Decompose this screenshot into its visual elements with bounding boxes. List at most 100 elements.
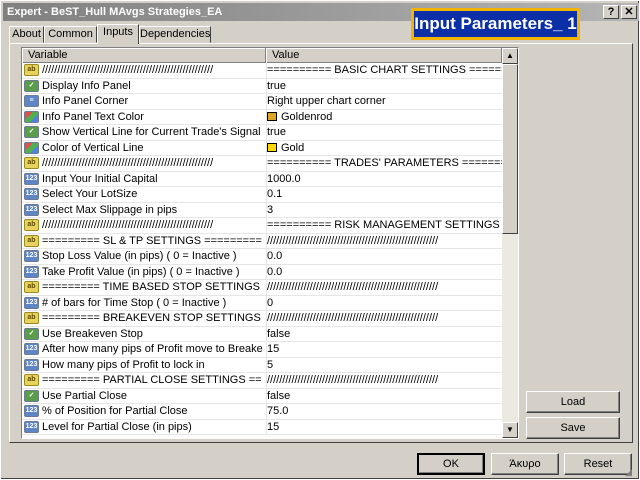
variable-cell: How many pips of Profit to lock in <box>42 358 205 371</box>
param-type-num-icon: 123 <box>24 172 39 185</box>
param-type-num-icon: 123 <box>24 250 39 262</box>
value-cell[interactable]: 5 <box>266 357 502 373</box>
value-cell[interactable]: ////////////////////////////////////////… <box>266 233 502 249</box>
resize-grip-icon[interactable]: ◢ <box>625 465 639 479</box>
value-cell[interactable]: false <box>266 388 502 404</box>
table-row[interactable]: ab//////////////////////////////////////… <box>22 63 502 79</box>
variable-cell: ////////////////////////////////////////… <box>42 64 214 76</box>
value-cell[interactable]: false <box>266 326 502 342</box>
value-cell[interactable]: ========== TRADES' PARAMETERS ==========… <box>266 156 502 171</box>
table-row[interactable]: ✓ Show Vertical Line for Current Trade's … <box>22 125 502 141</box>
value-text: Goldenrod <box>281 110 333 123</box>
expert-properties-dialog: Expert - BeST_Hull MAvgs Strategies_EA ?… <box>0 0 640 480</box>
table-row[interactable]: 123 Input Your Initial Capital 1000.0 <box>22 171 502 187</box>
value-cell[interactable]: 0 <box>266 295 502 311</box>
value-cell[interactable]: 0.0 <box>266 264 502 280</box>
variable-cell: Use Breakeven Stop <box>42 327 143 340</box>
value-cell[interactable]: ////////////////////////////////////////… <box>266 373 502 388</box>
table-row[interactable]: ✓ Use Breakeven Stop false <box>22 326 502 342</box>
grid-rows: ab//////////////////////////////////////… <box>22 63 502 435</box>
tab-inputs[interactable]: Inputs <box>97 24 139 44</box>
value-cell[interactable]: 1000.0 <box>266 171 502 187</box>
load-button[interactable]: Load <box>526 391 620 413</box>
param-type-num-icon: 123 <box>24 188 39 200</box>
value-cell[interactable]: 0.1 <box>266 187 502 202</box>
table-row[interactable]: 123 Stop Loss Value (in pips) ( 0 = Inact… <box>22 249 502 265</box>
reset-button[interactable]: Reset <box>564 453 632 475</box>
scroll-down-button[interactable]: ▼ <box>502 422 518 438</box>
param-type-color-icon <box>24 141 39 154</box>
variable-cell: Select Max Slippage in pips <box>42 203 178 216</box>
tab-dependencies[interactable]: Dependencies <box>139 26 211 43</box>
variable-cell: Input Your Initial Capital <box>42 172 158 185</box>
param-type-ab-icon: ab <box>24 312 39 324</box>
value-cell[interactable]: 75.0 <box>266 404 502 419</box>
value-cell[interactable]: Gold <box>266 140 502 156</box>
table-row[interactable]: 123 After how many pips of Profit move to… <box>22 342 502 358</box>
table-row[interactable]: ab//////////////////////////////////////… <box>22 156 502 172</box>
table-row[interactable]: 123 # of bars for Time Stop ( 0 = Inactiv… <box>22 295 502 311</box>
tab-common[interactable]: Common <box>44 26 97 43</box>
value-cell[interactable]: ////////////////////////////////////////… <box>266 280 502 295</box>
ok-button[interactable]: OK <box>417 453 485 475</box>
vertical-scrollbar[interactable]: ▲ ▼ <box>502 48 518 438</box>
table-row[interactable]: 123 Select Max Slippage in pips 3 <box>22 202 502 218</box>
table-row[interactable]: Color of Vertical Line Gold <box>22 140 502 156</box>
param-type-ab-icon: ab <box>24 234 39 247</box>
scroll-thumb[interactable] <box>502 64 518 234</box>
param-type-ab-icon: ab <box>24 374 39 386</box>
table-row[interactable]: ✓ Display Info Panel true <box>22 78 502 94</box>
column-header-value[interactable]: Value <box>266 48 502 63</box>
scroll-up-button[interactable]: ▲ <box>502 48 518 64</box>
table-row[interactable]: 123 Take Profit Value (in pips) ( 0 = Ina… <box>22 264 502 280</box>
table-row[interactable]: ab ========= PARTIAL CLOSE SETTINGS ====.… <box>22 373 502 389</box>
cancel-button[interactable]: Άκυρο <box>491 453 559 475</box>
variable-cell: Level for Partial Close (in pips) <box>42 420 192 433</box>
variable-cell: ========= TIME BASED STOP SETTINGS ===..… <box>42 281 262 293</box>
value-cell[interactable]: Right upper chart corner <box>266 94 502 109</box>
param-type-num-icon: 123 <box>24 405 39 417</box>
value-cell[interactable]: Goldenrod <box>266 109 502 125</box>
param-type-ab-icon: ab <box>24 157 39 169</box>
param-type-num-icon: 123 <box>24 265 39 278</box>
param-type-ab-icon: ab <box>24 281 39 293</box>
param-type-bool-icon: ✓ <box>24 79 39 92</box>
help-button[interactable]: ? <box>603 5 619 19</box>
variable-cell: Use Partial Close <box>42 389 127 402</box>
save-button[interactable]: Save <box>526 417 620 439</box>
value-cell[interactable]: ========== BASIC CHART SETTINGS ========… <box>266 63 502 78</box>
variable-cell: ========= SL & TP SETTINGS ============.… <box>42 234 262 247</box>
table-row[interactable]: 123 Level for Partial Close (in pips) 15 <box>22 419 502 435</box>
value-cell[interactable]: 0.0 <box>266 249 502 264</box>
value-cell[interactable]: 3 <box>266 202 502 218</box>
variable-cell: Color of Vertical Line <box>42 141 144 154</box>
value-cell[interactable]: ////////////////////////////////////////… <box>266 311 502 326</box>
table-row[interactable]: 123 How many pips of Profit to lock in 5 <box>22 357 502 373</box>
value-cell[interactable]: ========== RISK MANAGEMENT SETTINGS ===.… <box>266 218 502 233</box>
variable-cell: Show Vertical Line for Current Trade's S… <box>42 126 262 138</box>
table-row[interactable]: ✓ Use Partial Close false <box>22 388 502 404</box>
value-cell[interactable]: 15 <box>266 419 502 435</box>
variable-cell: Info Panel Text Color <box>42 110 144 123</box>
table-row[interactable]: 123% of Position for Partial Close 75.0 <box>22 404 502 420</box>
close-button[interactable]: ✕ <box>621 5 637 19</box>
variable-cell: ////////////////////////////////////////… <box>42 157 214 169</box>
table-row[interactable]: ab========= BREAKEVEN STOP SETTINGS ===.… <box>22 311 502 327</box>
tab-about[interactable]: About <box>9 26 44 43</box>
value-cell[interactable]: true <box>266 125 502 140</box>
value-cell[interactable]: true <box>266 78 502 94</box>
variable-cell: Take Profit Value (in pips) ( 0 = Inacti… <box>42 265 240 278</box>
table-row[interactable]: ab========= SL & TP SETTINGS ===========… <box>22 233 502 249</box>
table-row[interactable]: Info Panel Text Color Goldenrod <box>22 109 502 125</box>
table-row[interactable]: ≡ Info Panel Corner Right upper chart corn… <box>22 94 502 110</box>
input-parameters-label: Input Parameters_ 1 <box>411 8 580 40</box>
variable-cell: ////////////////////////////////////////… <box>42 219 214 231</box>
value-cell[interactable]: 15 <box>266 342 502 357</box>
table-row[interactable]: ab//////////////////////////////////////… <box>22 218 502 234</box>
column-header-variable[interactable]: Variable <box>22 48 266 63</box>
table-row[interactable]: ab========= TIME BASED STOP SETTINGS ===… <box>22 280 502 296</box>
param-type-ab-icon: ab <box>24 64 39 76</box>
param-type-num-icon: 123 <box>24 343 39 355</box>
param-type-num-icon: 123 <box>24 203 39 216</box>
table-row[interactable]: 123 Select Your LotSize 0.1 <box>22 187 502 203</box>
